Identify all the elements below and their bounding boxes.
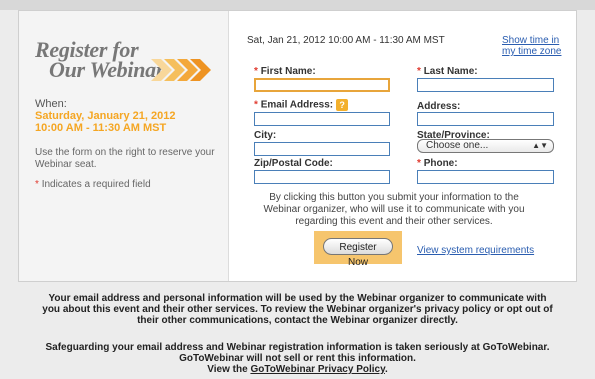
city-label: City: (254, 130, 277, 141)
address-input[interactable] (417, 112, 554, 126)
phone-input[interactable] (417, 170, 554, 184)
safeguard-line2: GoToWebinar will not sell or rent this i… (179, 353, 416, 364)
required-marker: * (417, 66, 421, 77)
last-name-input[interactable] (417, 78, 554, 92)
phone-label-text: Phone: (423, 158, 458, 169)
required-marker: * (417, 158, 421, 169)
required-note-text: Indicates a required field (41, 179, 151, 190)
info-panel: Register for Our Webinar When: Saturday,… (19, 11, 229, 281)
event-schedule: Sat, Jan 21, 2012 10:00 AM - 11:30 AM MS… (247, 35, 445, 46)
phone-label: * Phone: (417, 158, 458, 169)
required-marker: * (254, 66, 258, 77)
event-time: 10:00 AM - 11:30 AM MST (35, 122, 167, 134)
city-input[interactable] (254, 142, 390, 156)
help-icon[interactable]: ? (336, 99, 349, 111)
register-highlight: Register Now (314, 231, 402, 268)
registration-card: Register for Our Webinar When: Saturday,… (18, 10, 577, 282)
show-time-zone-link[interactable]: Show time in my time zone (502, 35, 574, 57)
system-requirements-link[interactable]: View system requirements (417, 245, 534, 256)
chevron-arrows-icon (151, 59, 211, 81)
submit-disclaimer: By clicking this button you submit your … (263, 192, 525, 227)
state-select[interactable]: Choose one... ▲▼ (417, 139, 554, 153)
email-input[interactable] (254, 112, 390, 126)
privacy-notice: Your email address and personal informat… (42, 293, 553, 326)
register-now-button[interactable]: Register Now (323, 238, 393, 268)
view-prefix: View the (207, 364, 248, 375)
required-marker: * (35, 179, 39, 190)
view-suffix: . (384, 364, 388, 375)
first-name-label-text: First Name: (260, 66, 316, 77)
first-name-input[interactable] (254, 78, 390, 92)
last-name-label: * Last Name: (417, 66, 478, 77)
address-label: Address: (417, 101, 461, 112)
privacy-policy-line: View the GoToWebinar Privacy Policy. (40, 364, 555, 375)
privacy-policy-link[interactable]: GoToWebinar Privacy Policy (250, 364, 385, 375)
zip-label: Zip/Postal Code: (254, 158, 333, 169)
safeguard-notice: Safeguarding your email address and Webi… (40, 342, 555, 375)
state-select-value: Choose one... (426, 140, 489, 151)
top-band (0, 0, 595, 10)
select-arrows-icon: ▲▼ (532, 141, 548, 150)
required-marker: * (254, 99, 258, 111)
safeguard-line1: Safeguarding your email address and Webi… (45, 342, 550, 353)
zip-input[interactable] (254, 170, 390, 184)
webinar-logo: Register for Our Webinar (35, 37, 215, 85)
first-name-label: * First Name: (254, 66, 316, 77)
email-label: * Email Address:? (254, 99, 349, 111)
last-name-label-text: Last Name: (423, 66, 478, 77)
required-field-note: * Indicates a required field (35, 179, 151, 190)
when-label: When: (35, 98, 67, 110)
event-date: Saturday, January 21, 2012 (35, 110, 176, 122)
email-label-text: Email Address: (260, 99, 334, 111)
form-instructions: Use the form on the right to reserve you… (35, 147, 215, 170)
logo-title-line2: Our Webinar (49, 57, 165, 82)
